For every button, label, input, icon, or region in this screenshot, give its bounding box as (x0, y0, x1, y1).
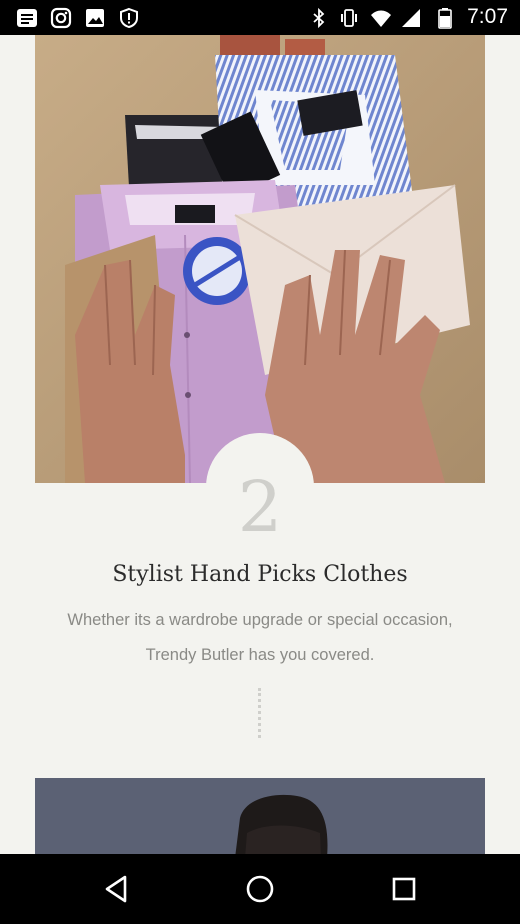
step-title: Stylist Hand Picks Clothes (112, 562, 408, 587)
notification-list-icon (17, 9, 37, 27)
shield-icon (120, 7, 138, 29)
clock: 7:07 (467, 5, 508, 28)
recents-icon[interactable] (386, 871, 422, 907)
status-bar: 7:07 (0, 0, 520, 35)
back-icon[interactable] (98, 871, 134, 907)
bluetooth-icon (313, 7, 325, 29)
vibrate-icon (341, 9, 357, 27)
navigation-bar (0, 854, 520, 924)
dotted-divider (258, 688, 261, 738)
next-step-image (35, 778, 485, 854)
step-description: Whether its a wardrobe upgrade or specia… (40, 603, 480, 673)
page-content[interactable]: 2 Stylist Hand Picks Clothes Whether its… (0, 35, 520, 854)
step-description-line-2: Trendy Butler has you covered. (145, 646, 375, 664)
step-number: 2 (237, 466, 283, 548)
wifi-icon (371, 10, 391, 27)
stylist-packing-clothes-image (35, 35, 485, 483)
signal-icon (402, 9, 420, 27)
battery-icon (438, 8, 452, 29)
instagram-icon (50, 7, 72, 29)
step-description-line-1: Whether its a wardrobe upgrade or specia… (67, 611, 453, 629)
home-icon[interactable] (242, 871, 278, 907)
image-icon (86, 9, 104, 27)
